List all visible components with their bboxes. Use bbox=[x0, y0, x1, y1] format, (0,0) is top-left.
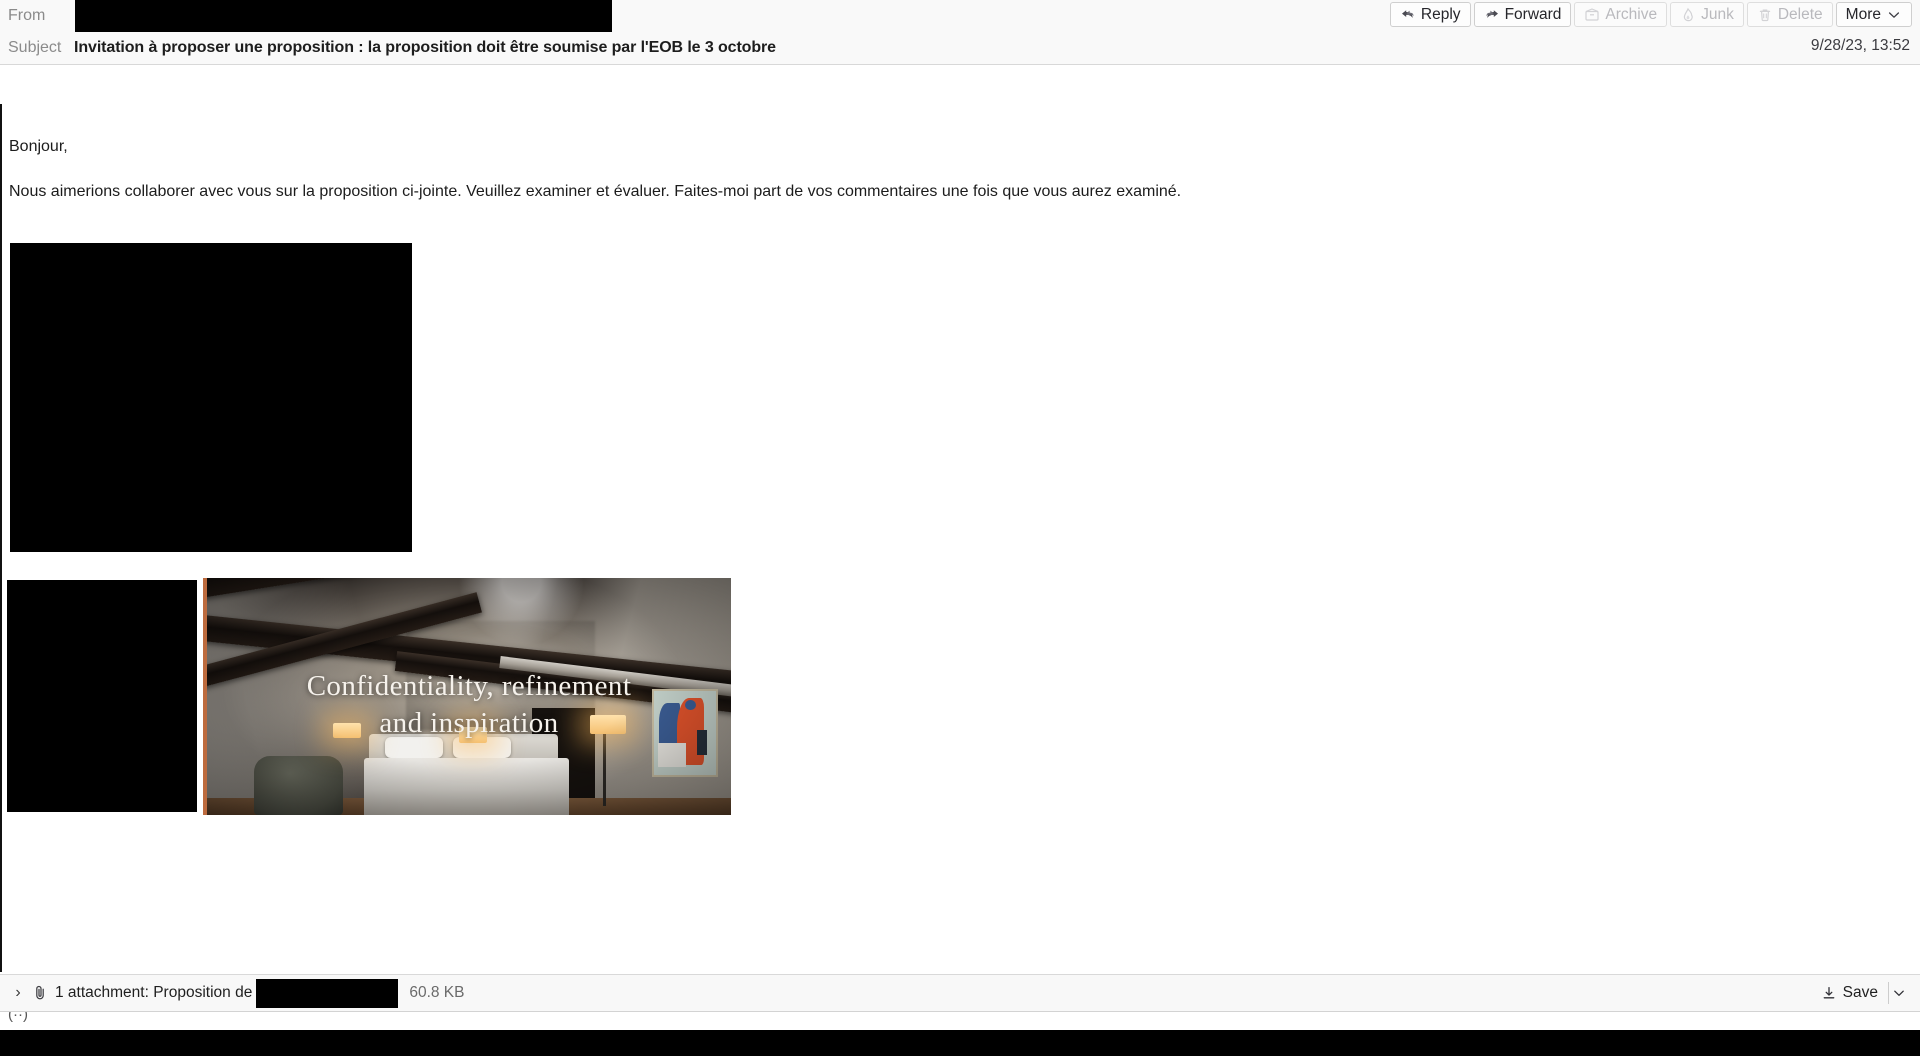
chevron-down-icon bbox=[1891, 985, 1907, 1001]
attachment-size-label: 60.8 KB bbox=[409, 984, 465, 1001]
reply-button[interactable]: Reply bbox=[1389, 2, 1471, 27]
delete-button-label: Delete bbox=[1777, 5, 1823, 23]
attachment-expander-chevron-icon[interactable]: › bbox=[10, 985, 26, 1001]
attachment-count-label: 1 attachment: Proposition de bbox=[55, 984, 253, 1001]
forward-button[interactable]: Forward bbox=[1473, 2, 1572, 27]
message-body: Bonjour, Nous aimerions collaborer avec … bbox=[0, 66, 1920, 974]
message-toolbar: Reply Forward Archive Junk Delete More bbox=[1387, 2, 1912, 27]
attachment-bar: › 1 attachment: Proposition de 60.8 KB S… bbox=[0, 974, 1920, 1012]
trash-icon bbox=[1757, 7, 1773, 23]
subject-row: Subject Invitation à proposer une propos… bbox=[0, 32, 1920, 64]
reply-arrow-icon bbox=[1400, 7, 1416, 23]
reply-button-label: Reply bbox=[1420, 5, 1461, 23]
bottom-black-fill bbox=[0, 1030, 1920, 1056]
junk-button[interactable]: Junk bbox=[1670, 2, 1744, 27]
save-attachment-label: Save bbox=[1842, 984, 1878, 1001]
greeting-text: Bonjour, bbox=[9, 138, 68, 155]
from-address-redaction bbox=[75, 0, 612, 32]
chevron-down-icon bbox=[1886, 7, 1902, 23]
clipped-status-icon: (··) bbox=[8, 1012, 28, 1023]
paperclip-icon bbox=[32, 984, 48, 1002]
forward-button-label: Forward bbox=[1504, 5, 1562, 23]
more-button[interactable]: More bbox=[1835, 2, 1912, 27]
message-timestamp: 9/28/23, 13:52 bbox=[1810, 37, 1910, 54]
body-image-redaction-primary bbox=[10, 243, 412, 552]
quote-left-rule bbox=[0, 104, 2, 972]
inline-hotel-photo: Confidentiality, refinement and inspirat… bbox=[203, 578, 731, 815]
junk-button-label: Junk bbox=[1701, 5, 1734, 23]
more-button-label: More bbox=[1845, 5, 1881, 23]
bottom-strip: (··) bbox=[0, 1012, 1920, 1056]
body-image-redaction-secondary bbox=[7, 580, 197, 812]
photo-overlay-caption: Confidentiality, refinement and inspirat… bbox=[306, 670, 632, 740]
junk-flame-icon bbox=[1680, 7, 1696, 23]
archive-button-label: Archive bbox=[1605, 5, 1658, 23]
subject-text: Invitation à proposer une proposition : … bbox=[74, 39, 776, 56]
message-header: From Subject Invitation à proposer une p… bbox=[0, 0, 1920, 65]
intro-paragraph: Nous aimerions collaborer avec vous sur … bbox=[9, 183, 1182, 200]
archive-box-icon bbox=[1584, 7, 1600, 23]
from-label: From bbox=[8, 7, 46, 24]
attachment-name-redaction bbox=[256, 978, 399, 1008]
archive-button[interactable]: Archive bbox=[1574, 2, 1668, 27]
save-attachment-button[interactable]: Save bbox=[1821, 984, 1878, 1002]
download-icon bbox=[1821, 985, 1837, 1001]
subject-label: Subject bbox=[8, 39, 62, 56]
forward-arrow-icon bbox=[1484, 7, 1500, 23]
save-options-dropdown-button[interactable] bbox=[1888, 982, 1908, 1004]
delete-button[interactable]: Delete bbox=[1746, 2, 1833, 27]
